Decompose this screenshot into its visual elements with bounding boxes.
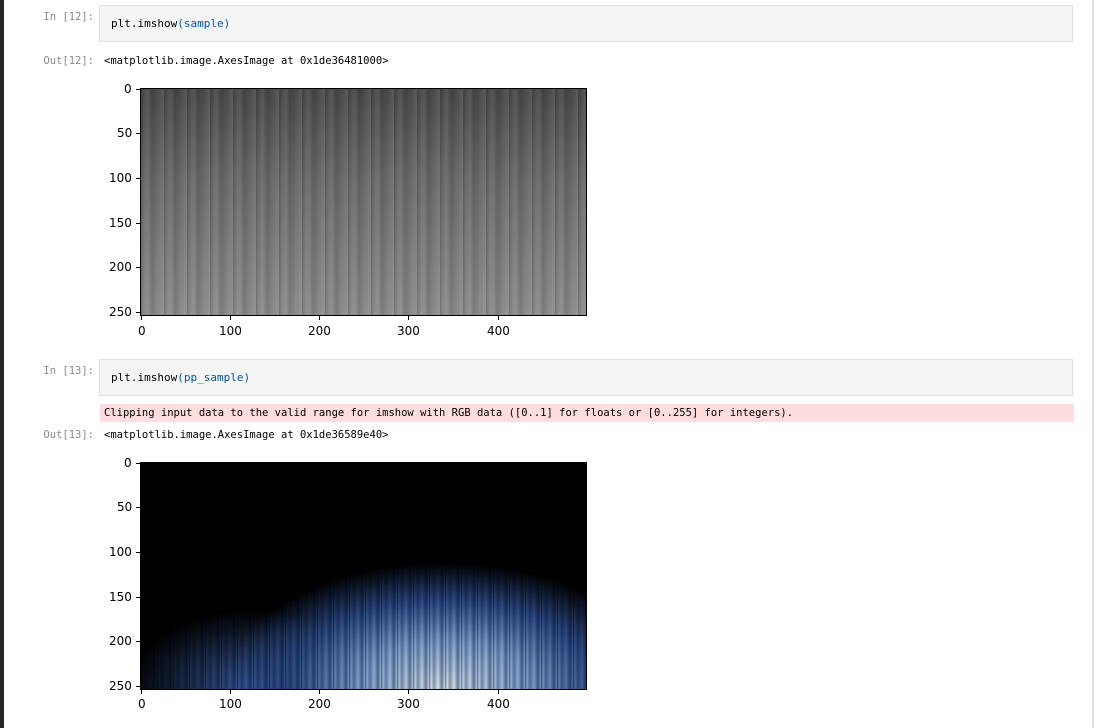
- ytick-mark: [136, 552, 140, 553]
- ytick-label: 0: [124, 82, 132, 96]
- xtick-mark: [408, 690, 409, 694]
- xtick-label: 300: [397, 324, 420, 338]
- xtick-label: 0: [138, 697, 146, 711]
- ytick-label: 250: [109, 679, 132, 693]
- xtick-mark: [141, 316, 142, 320]
- ytick-label: 0: [124, 456, 132, 470]
- image-axes-12: [140, 88, 587, 316]
- ytick-mark: [136, 267, 140, 268]
- output-text-12: <matplotlib.image.AxesImage at 0x1de3648…: [104, 55, 389, 67]
- ytick-mark: [136, 178, 140, 179]
- xtick-label: 400: [487, 697, 510, 711]
- ytick-mark: [136, 507, 140, 508]
- stderr-warning: Clipping input data to the valid range f…: [100, 404, 1074, 422]
- ytick-mark: [136, 641, 140, 642]
- output-text-13: <matplotlib.image.AxesImage at 0x1de3658…: [104, 429, 389, 441]
- xtick-label: 400: [487, 324, 510, 338]
- xtick-label: 100: [219, 697, 242, 711]
- ytick-mark: [136, 597, 140, 598]
- xtick-label: 100: [219, 324, 242, 338]
- ytick-label: 100: [109, 545, 132, 559]
- code-args: (pp_sample): [177, 371, 251, 384]
- xtick-mark: [230, 316, 231, 320]
- code-args: (sample): [177, 17, 231, 30]
- code-cell-13[interactable]: plt.imshow(pp_sample): [99, 359, 1073, 396]
- out-prompt-13: Out[13]:: [43, 429, 94, 441]
- xtick-mark: [230, 690, 231, 694]
- ytick-mark: [136, 686, 140, 687]
- xtick-mark: [319, 316, 320, 320]
- xtick-mark: [498, 316, 499, 320]
- ytick-mark: [136, 312, 140, 313]
- ytick-label: 100: [109, 171, 132, 185]
- code-cell-12[interactable]: plt.imshow(sample): [99, 5, 1073, 42]
- left-edge-bar: [0, 0, 4, 728]
- code-function: plt.imshow: [111, 17, 178, 30]
- xtick-mark: [408, 316, 409, 320]
- ytick-label: 150: [109, 590, 132, 604]
- ytick-label: 200: [109, 634, 132, 648]
- image-axes-13: [140, 462, 587, 690]
- in-prompt-13: In [13]:: [43, 365, 94, 377]
- ytick-label: 50: [117, 500, 133, 514]
- ytick-label: 200: [109, 260, 132, 274]
- ytick-label: 50: [117, 126, 133, 140]
- xtick-label: 0: [138, 324, 146, 338]
- xtick-mark: [319, 690, 320, 694]
- in-prompt-12: In [12]:: [43, 11, 94, 23]
- ytick-mark: [136, 463, 140, 464]
- ytick-label: 150: [109, 216, 132, 230]
- ytick-mark: [136, 133, 140, 134]
- code-function: plt.imshow: [111, 371, 178, 384]
- ytick-mark: [136, 223, 140, 224]
- out-prompt-12: Out[12]:: [43, 55, 94, 67]
- ytick-mark: [136, 89, 140, 90]
- xtick-mark: [498, 690, 499, 694]
- ytick-label: 250: [109, 305, 132, 319]
- xtick-mark: [141, 690, 142, 694]
- xtick-label: 300: [397, 697, 420, 711]
- xtick-label: 200: [308, 697, 331, 711]
- xtick-label: 200: [308, 324, 331, 338]
